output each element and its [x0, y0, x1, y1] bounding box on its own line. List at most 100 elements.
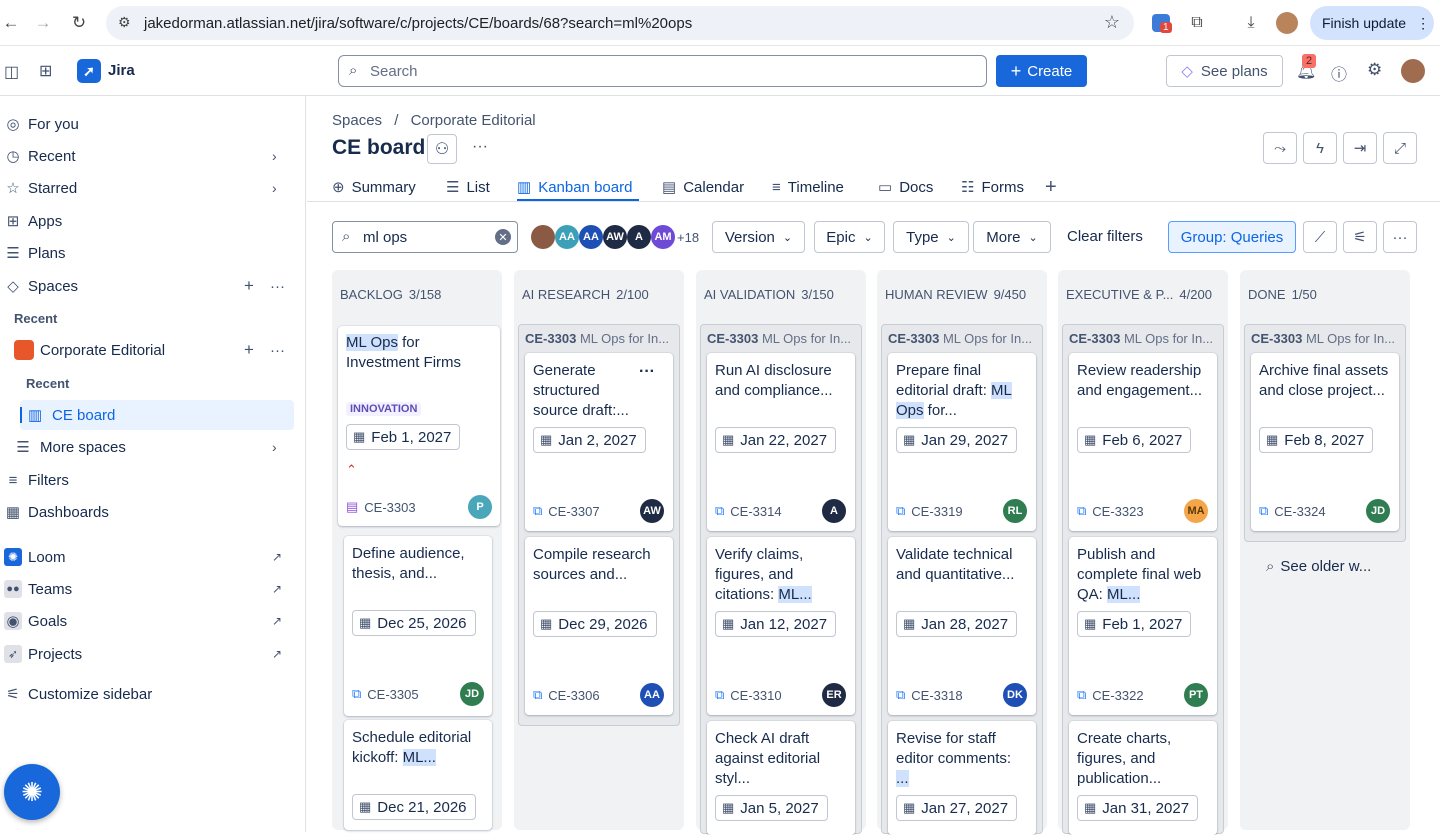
sidebar-item-dashboards[interactable]: ▦ Dashboards: [0, 497, 300, 527]
tab-kanban-board[interactable]: ▥ Kanban board: [517, 176, 632, 198]
avatar[interactable]: AA: [579, 225, 603, 249]
extension-icon[interactable]: 1: [1150, 12, 1172, 34]
sidebar-item-spaces[interactable]: ◇ Spaces + ···: [0, 271, 300, 301]
parent-card[interactable]: ML Ops for Investment Firms INNOVATION ▦…: [338, 326, 500, 526]
sidebar-item-ce-board[interactable]: ▥ CE board: [20, 400, 294, 430]
type-filter[interactable]: Type ⌄: [893, 221, 969, 253]
assignee-avatar[interactable]: AW: [640, 499, 664, 523]
group-by-button[interactable]: Group: Queries: [1168, 221, 1296, 253]
jira-logo-icon[interactable]: ➚: [77, 59, 101, 83]
tab-timeline[interactable]: ≡ Timeline: [772, 176, 844, 198]
more-icon[interactable]: ···: [270, 342, 285, 359]
clear-filters-button[interactable]: Clear filters: [1067, 228, 1143, 245]
issue-card[interactable]: Publish and complete final web QA: ML...…: [1069, 537, 1217, 715]
breadcrumb-project[interactable]: Corporate Editorial: [411, 112, 536, 129]
group-header[interactable]: CE-3303 ML Ops for In...: [1251, 331, 1401, 346]
tab-list[interactable]: ☰ List: [446, 176, 490, 198]
sidebar-item-apps[interactable]: ⊞ Apps: [0, 206, 300, 236]
issue-card[interactable]: Generate structured source draft:... ···…: [525, 353, 673, 531]
tab-calendar[interactable]: ▤ Calendar: [662, 176, 744, 198]
insights-icon[interactable]: ⟋: [1303, 221, 1337, 253]
issue-key[interactable]: ⧉ CE-3305: [352, 686, 419, 702]
team-icon[interactable]: ⚇: [427, 134, 457, 164]
app-switcher-icon[interactable]: ⊞: [39, 61, 52, 81]
avatar[interactable]: AA: [555, 225, 579, 249]
tab-summary[interactable]: ⊕ Summary: [332, 176, 416, 198]
assignee-avatar[interactable]: PT: [1184, 683, 1208, 707]
issue-card[interactable]: Validate technical and quantitative... ▦…: [888, 537, 1036, 715]
issue-key[interactable]: ⧉ CE-3310: [715, 687, 782, 703]
add-space-icon[interactable]: +: [244, 276, 254, 296]
back-icon[interactable]: ←: [0, 12, 22, 34]
add-tab-icon[interactable]: +: [1045, 176, 1057, 198]
search-input[interactable]: ⌕ Search: [338, 55, 987, 87]
reload-icon[interactable]: ↻: [68, 12, 90, 34]
group-header[interactable]: CE-3303 ML Ops for In...: [707, 331, 857, 346]
board-search-input[interactable]: ⌕ ml ops ✕: [332, 221, 518, 253]
avatar[interactable]: [531, 225, 555, 249]
sidebar-item-plans[interactable]: ☰ Plans: [0, 238, 300, 268]
group-header[interactable]: CE-3303 ML Ops for In...: [1069, 331, 1219, 346]
issue-card[interactable]: Define audience, thesis, and... ▦ Dec 25,…: [344, 536, 492, 716]
automation-icon[interactable]: ϟ: [1303, 132, 1337, 164]
tab-forms[interactable]: ☷ Forms: [961, 176, 1024, 198]
issue-key[interactable]: ⧉ CE-3306: [533, 687, 600, 703]
forward-icon[interactable]: →: [32, 12, 54, 34]
avatar[interactable]: A: [627, 225, 651, 249]
issue-card[interactable]: Check AI draft against editorial styl...…: [707, 721, 855, 835]
assignee-avatar[interactable]: A: [822, 499, 846, 523]
sidebar-toggle-icon[interactable]: ◫: [4, 62, 19, 82]
sidebar-item-goals[interactable]: ◉ Goals ↗: [0, 606, 300, 636]
sidebar-item-for-you[interactable]: ◎ For you: [0, 109, 300, 139]
download-icon[interactable]: ⤓: [1240, 12, 1262, 34]
sidebar-item-teams[interactable]: ●● Teams ↗: [0, 574, 300, 604]
create-button[interactable]: + Create: [996, 55, 1087, 87]
site-settings-icon[interactable]: ⚙: [118, 14, 131, 31]
issue-card[interactable]: Compile research sources and... ▦ Dec 29,…: [525, 537, 673, 715]
issue-card[interactable]: Revise for staff editor comments: ... ▦ J…: [888, 721, 1036, 835]
share-icon[interactable]: ⤳: [1263, 132, 1297, 164]
more-icon[interactable]: ···: [270, 278, 285, 295]
more-actions-icon[interactable]: ···: [472, 138, 488, 156]
issue-card[interactable]: Run AI disclosure and compliance... ▦ Jan…: [707, 353, 855, 531]
issue-key[interactable]: ▤ CE-3303: [346, 499, 416, 515]
issue-card[interactable]: Archive final assets and close project..…: [1251, 353, 1399, 531]
bookmark-star-icon[interactable]: ☆: [1104, 12, 1120, 33]
more-options-icon[interactable]: ···: [1383, 221, 1417, 253]
assignee-avatar[interactable]: JD: [1366, 499, 1390, 523]
help-icon[interactable]: ⓘ: [1331, 61, 1347, 85]
sidebar-item-recent[interactable]: ◷ Recent ›: [0, 141, 300, 171]
issue-card[interactable]: Create charts, figures, and publication.…: [1069, 721, 1217, 835]
more-filter[interactable]: More ⌄: [973, 221, 1051, 253]
puzzle-icon[interactable]: ⧉: [1186, 12, 1208, 34]
assignee-avatar[interactable]: RL: [1003, 499, 1027, 523]
loom-record-button[interactable]: ✺: [4, 764, 60, 820]
group-header[interactable]: CE-3303 ML Ops for In...: [525, 331, 675, 346]
card-more-icon[interactable]: ···: [639, 363, 655, 381]
assignee-avatar[interactable]: AA: [640, 683, 664, 707]
avatar[interactable]: AW: [603, 225, 627, 249]
issue-key[interactable]: ⧉ CE-3314: [715, 503, 782, 519]
issue-key[interactable]: ⧉ CE-3307: [533, 503, 600, 519]
user-avatar[interactable]: [1401, 59, 1425, 83]
issue-card[interactable]: Verify claims, figures, and citations: M…: [707, 537, 855, 715]
assignee-avatar[interactable]: MA: [1184, 499, 1208, 523]
assignee-avatar[interactable]: DK: [1003, 683, 1027, 707]
issue-card[interactable]: Prepare final editorial draft: ML Ops fo…: [888, 353, 1036, 531]
sidebar-item-filters[interactable]: ≡ Filters: [0, 465, 300, 495]
tab-docs[interactable]: ▭ Docs: [878, 176, 933, 198]
assignee-avatar[interactable]: ER: [822, 683, 846, 707]
fullscreen-icon[interactable]: ⤢: [1383, 132, 1417, 164]
group-header[interactable]: CE-3303 ML Ops for In...: [888, 331, 1038, 346]
finish-update-button[interactable]: Finish update ⋮: [1310, 6, 1434, 40]
add-icon[interactable]: +: [244, 340, 254, 360]
issue-card[interactable]: Schedule editorial kickoff: ML... ▦ Dec 2…: [344, 720, 492, 830]
version-filter[interactable]: Version ⌄: [712, 221, 805, 253]
sidebar-item-loom[interactable]: ✺ Loom ↗: [0, 542, 300, 572]
issue-key[interactable]: ⧉ CE-3324: [1259, 503, 1326, 519]
sidebar-item-customize[interactable]: ⚟ Customize sidebar: [0, 679, 300, 709]
profile-avatar[interactable]: [1276, 12, 1298, 34]
issue-key[interactable]: ⧉ CE-3322: [1077, 687, 1144, 703]
issue-key[interactable]: ⧉ CE-3323: [1077, 503, 1144, 519]
avatar[interactable]: AM: [651, 225, 675, 249]
